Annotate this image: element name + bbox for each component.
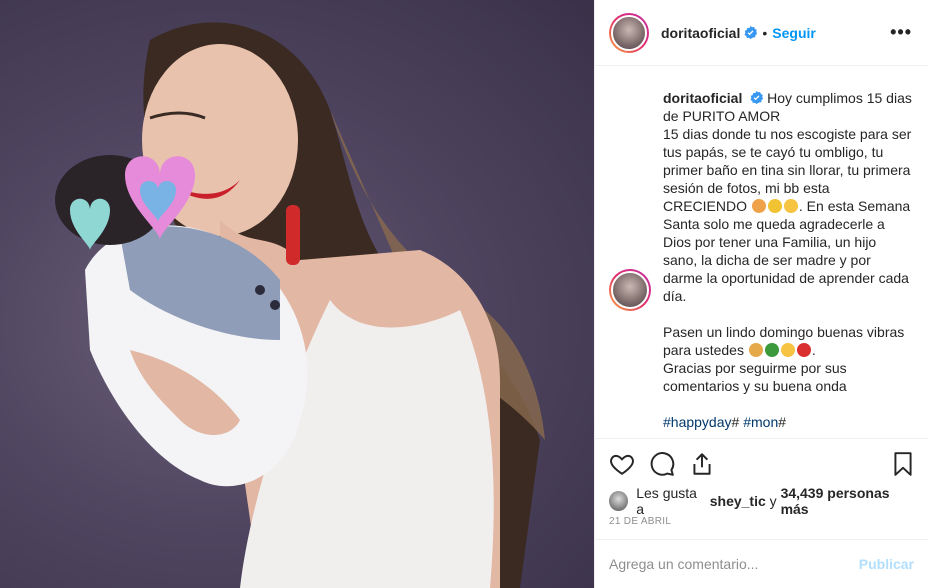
caption-avatar[interactable]	[609, 269, 651, 311]
verified-badge-icon	[750, 91, 764, 104]
follow-button[interactable]: Seguir	[772, 25, 816, 41]
emoji-icon	[767, 199, 782, 213]
more-options-icon[interactable]: •••	[890, 22, 912, 43]
post-panel: doritaoficial • Seguir ••• doritaoficial…	[594, 0, 928, 588]
emoji-icon	[796, 343, 811, 357]
action-bar	[595, 438, 928, 488]
liker-username[interactable]: shey_tic	[710, 493, 766, 509]
add-comment-bar: Publicar	[595, 539, 928, 588]
post-username[interactable]: doritaoficial	[661, 25, 740, 41]
share-icon[interactable]	[689, 451, 715, 477]
emoji-icon	[751, 199, 766, 213]
caption-line-3b: .	[811, 342, 816, 358]
emoji-icon	[780, 343, 795, 357]
post-date[interactable]: 21 DE ABRIL	[609, 516, 671, 527]
comment-icon[interactable]	[649, 451, 675, 477]
likes-count[interactable]: 34,439 personas más	[781, 485, 916, 517]
post-header: doritaoficial • Seguir •••	[595, 0, 928, 66]
verified-badge-icon	[744, 26, 758, 39]
publish-button[interactable]: Publicar	[859, 556, 914, 572]
profile-avatar[interactable]	[609, 12, 649, 53]
liker-avatar[interactable]	[609, 491, 629, 511]
caption-text: doritaoficial Hoy cumplimos 15 dias de P…	[663, 89, 912, 431]
likes-connector: y	[769, 493, 777, 509]
emoji-icon	[748, 343, 763, 357]
post-photo[interactable]	[0, 0, 594, 588]
caption-line-4: Gracias por seguirme por sus comentarios…	[663, 360, 847, 394]
heart-icon[interactable]	[609, 451, 635, 477]
comment-input[interactable]	[609, 556, 859, 572]
likes-prefix: Les gusta a	[636, 485, 697, 517]
hashtag-link[interactable]: #mon	[743, 414, 778, 430]
emoji-icon	[783, 199, 798, 213]
caption-comment: doritaoficial Hoy cumplimos 15 dias de P…	[609, 89, 912, 431]
post-photo-illustration	[55, 22, 545, 588]
comments-area: doritaoficial Hoy cumplimos 15 dias de P…	[595, 67, 928, 437]
hashtag-separator: #	[778, 414, 787, 430]
emoji-icon	[764, 343, 779, 357]
hashtag-separator: #	[731, 414, 740, 430]
hashtag-link[interactable]: #happyday	[663, 414, 732, 430]
header-separator: •	[762, 24, 768, 41]
likes-summary: Les gusta a shey_tic y 34,439 personas m…	[609, 485, 916, 517]
bookmark-icon[interactable]	[890, 451, 916, 477]
caption-username[interactable]: doritaoficial	[663, 90, 742, 106]
